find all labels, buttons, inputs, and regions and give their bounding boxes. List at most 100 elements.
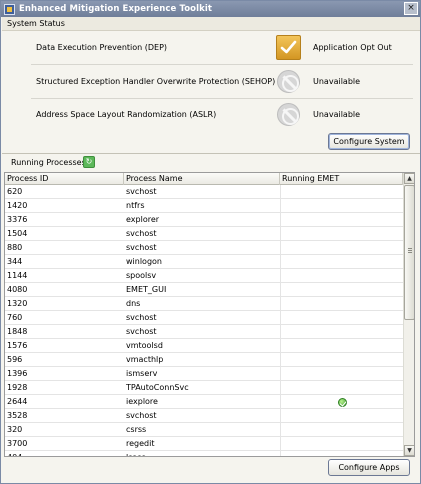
process-id-cell: 3528 [7,411,28,420]
table-row[interactable]: 1848 svchost [5,325,403,339]
scroll-down-icon[interactable]: ▼ [404,445,414,456]
window-title: Enhanced Mitigation Experience Toolkit [19,4,213,14]
process-name-cell: lsass [124,451,146,456]
process-name-cell: svchost [126,411,157,420]
emet-active-icon [338,398,347,407]
process-id-cell: 1848 [7,327,28,336]
system-status-header: System Status [2,17,420,31]
column-header-running-emet[interactable]: Running EMET [280,173,403,185]
status-value: Unavailable [313,77,361,86]
status-row-sehop: Structured Exception Handler Overwrite P… [31,66,413,99]
table-row[interactable]: 1576 vmtoolsd [5,339,403,353]
process-name-cell: EMET_GUI [126,285,167,294]
table-row[interactable]: 596 vmacthlp [5,353,403,367]
process-id-cell: 596 [7,355,23,364]
running-emet-cell [280,367,403,381]
table-row[interactable]: 1144 spoolsv [5,269,403,283]
title-bar[interactable]: Enhanced Mitigation Experience Toolkit × [1,1,420,17]
running-emet-cell [280,241,403,255]
process-id-cell: 1320 [7,299,28,308]
table-row[interactable]: 620 svchost [5,185,403,199]
process-id-cell: 344 [7,257,23,266]
process-name-cell: vmtoolsd [126,341,163,350]
process-id-cell: 2644 [7,397,28,406]
process-id-cell: 1420 [7,201,28,210]
app-icon [4,3,15,15]
scroll-up-icon[interactable]: ▲ [404,173,414,184]
process-id-cell: 880 [7,243,23,252]
process-name-cell: dns [126,299,141,308]
status-name: Data Execution Prevention (DEP) [36,43,168,52]
running-emet-cell [280,339,403,353]
running-emet-cell [280,423,403,437]
running-emet-cell [280,185,403,199]
running-emet-cell [280,227,403,241]
table-row[interactable]: 3528 svchost [5,409,403,423]
running-emet-cell [280,269,403,283]
table-row[interactable]: 760 svchost [5,311,403,325]
table-row[interactable]: 320 csrss [5,423,403,437]
running-emet-cell [280,213,403,227]
process-table[interactable]: Process ID Process Name Running EMET 620… [4,172,415,457]
running-processes-header: Running Processes ↻ [2,154,420,171]
table-row[interactable]: 3376 explorer [5,213,403,227]
process-name-cell: ismserv [126,369,158,378]
table-body: 620 svchost 1420 ntfrs 3376 explorer 1504 svcho… [5,185,403,456]
process-id-cell: 320 [7,425,23,434]
table-header: Process ID Process Name Running EMET [5,173,403,185]
column-header-process-id[interactable]: Process ID [5,173,124,185]
table-row[interactable]: 880 svchost [5,241,403,255]
vertical-scrollbar[interactable]: ▲ ▼ [403,173,414,456]
running-emet-cell [280,297,403,311]
configure-apps-button[interactable]: Configure Apps [328,459,410,476]
unavailable-icon [277,103,300,126]
running-emet-cell [280,437,403,451]
process-name-cell: winlogon [126,257,162,266]
running-emet-cell [280,325,403,339]
process-name-cell: csrss [126,425,147,434]
running-emet-cell [280,311,403,325]
process-id-cell: 1396 [7,369,28,378]
status-name: Address Space Layout Randomization (ASLR… [36,110,217,119]
status-row-dep: Data Execution Prevention (DEP) Applicat… [31,32,413,65]
table-row[interactable]: 1420 ntfrs [5,199,403,213]
scrollbar-thumb[interactable] [404,185,414,320]
running-emet-cell [280,381,403,395]
configure-system-button[interactable]: Configure System [328,133,410,150]
process-id-cell: 1928 [7,383,28,392]
process-name-cell: TPAutoConnSvc [126,383,189,392]
running-processes-label: Running Processes [11,158,86,167]
close-icon[interactable]: × [404,2,418,15]
process-name-cell: ntfrs [126,201,145,210]
table-row[interactable]: 1928 TPAutoConnSvc [5,381,403,395]
process-name-cell: vmacthlp [126,355,164,364]
table-row[interactable]: 404 lsass [5,451,403,456]
table-row[interactable]: 1320 dns [5,297,403,311]
process-name-cell: iexplore [126,397,158,406]
status-icon-box [276,35,301,60]
process-id-cell: 4080 [7,285,28,294]
status-value: Unavailable [313,110,361,119]
process-name-cell: svchost [126,313,157,322]
process-id-cell: 760 [7,313,23,322]
process-id-cell: 3376 [7,215,28,224]
process-id-cell: 1144 [7,271,28,280]
table-row[interactable]: 4080 EMET_GUI [5,283,403,297]
table-row[interactable]: 2644 iexplore [5,395,403,409]
running-emet-cell [280,409,403,423]
running-emet-cell [280,395,403,409]
table-row[interactable]: 1504 svchost [5,227,403,241]
process-id-cell: 620 [7,187,23,196]
running-emet-cell [280,353,403,367]
column-header-process-name[interactable]: Process Name [124,173,280,185]
table-row[interactable]: 344 winlogon [5,255,403,269]
table-row[interactable]: 3700 regedit [5,437,403,451]
process-name-cell: svchost [126,327,157,336]
process-name-cell: svchost [126,187,157,196]
running-emet-cell [280,255,403,269]
process-name-cell: svchost [126,229,157,238]
running-emet-cell [280,283,403,297]
refresh-icon[interactable]: ↻ [83,156,95,168]
status-name: Structured Exception Handler Overwrite P… [36,77,276,86]
table-row[interactable]: 1396 ismserv [5,367,403,381]
